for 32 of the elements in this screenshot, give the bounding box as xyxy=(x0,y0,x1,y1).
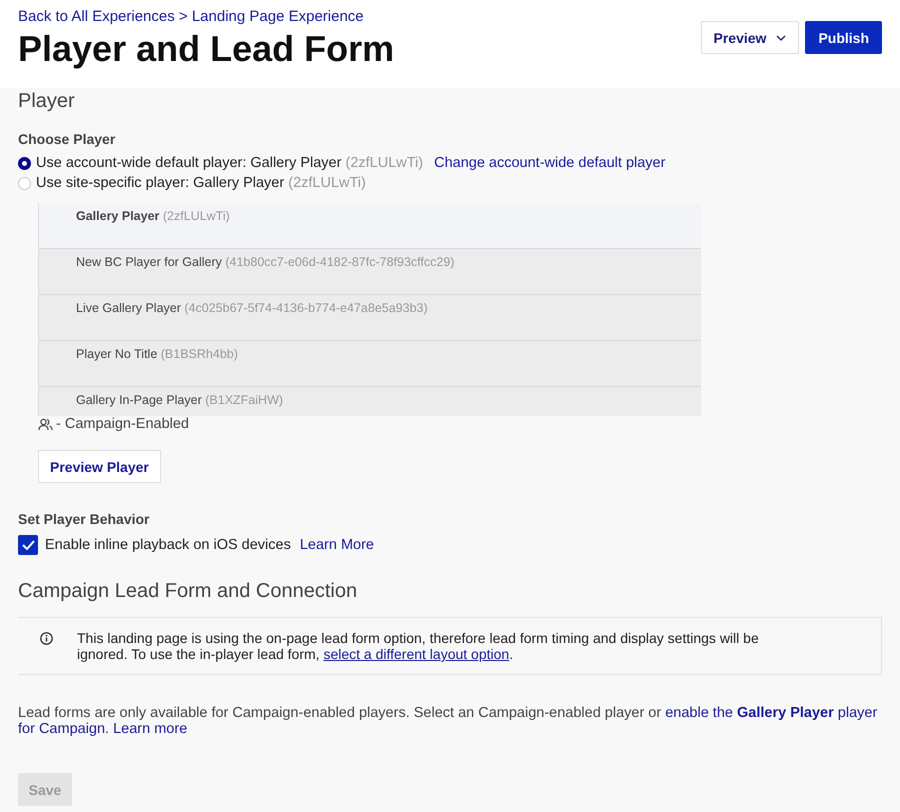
preview-dropdown[interactable]: Preview xyxy=(700,21,800,54)
player-list-item[interactable]: Live Gallery Player (4c025b67-5f74-4136-b774-e47a8e5a93b3) xyxy=(39,295,701,341)
checkmark-icon xyxy=(22,540,34,550)
checkbox-label: Enable inline playback on iOS devices xyxy=(45,537,291,553)
chevron-down-icon xyxy=(776,34,786,40)
legend-text: - Campaign-Enabled xyxy=(56,416,189,432)
learn-more-link[interactable]: Learn More xyxy=(300,537,374,553)
page-title: Player and Lead Form xyxy=(18,28,394,70)
preview-player-button[interactable]: Preview Player xyxy=(38,450,161,483)
section-heading: Player xyxy=(18,90,76,113)
player-list-item[interactable]: Gallery In-Page Player (B1XZFaiHW) xyxy=(39,387,701,416)
radio-button[interactable] xyxy=(18,156,31,170)
users-icon xyxy=(38,418,53,430)
change-default-link[interactable]: Change account-wide default player xyxy=(434,155,666,171)
campaign-link[interactable]: enable the Gallery Player player xyxy=(665,705,878,721)
info-icon xyxy=(40,632,53,645)
lead-form-note: Lead forms are only available for Campaign-enabled players. Select an Campaign-enabled player or enable the Gallery Player player for Campaign. Learn more xyxy=(18,705,878,737)
player-list-item[interactable]: Player No Title (B1BSRh4bb) xyxy=(39,341,701,387)
campaign-link[interactable]: Learn more xyxy=(113,721,188,737)
campaign-link[interactable]: for Campaign xyxy=(18,721,106,737)
section-heading: Campaign Lead Form and Connection xyxy=(18,580,358,603)
player-list-item[interactable]: New BC Player for Gallery (41b80cc7-e06d-4182-87fc-78f93cffcc29) xyxy=(39,249,701,295)
notice-text: This landing page is using the on-page lead form option, therefore lead form timing and display settings will be ignored. To use the in-player lead form, select a different layout option. xyxy=(77,630,760,662)
radio-label: Use account-wide default player: Gallery Player (2zfLULwTi) xyxy=(36,155,424,171)
layout-option-link[interactable]: select a different layout option xyxy=(323,646,510,662)
field-label: Choose Player xyxy=(18,131,116,147)
checkbox[interactable] xyxy=(18,535,38,555)
player-list-item[interactable]: Gallery Player (2zfLULwTi) xyxy=(39,203,701,249)
field-label: Set Player Behavior xyxy=(18,511,151,527)
radio-label: Use site-specific player: Gallery Player (2zfLULwTi) xyxy=(36,175,366,191)
publish-button[interactable]: Publish xyxy=(805,21,882,54)
breadcrumb-link[interactable]: Back to All Experiences > Landing Page Experience xyxy=(18,8,364,25)
